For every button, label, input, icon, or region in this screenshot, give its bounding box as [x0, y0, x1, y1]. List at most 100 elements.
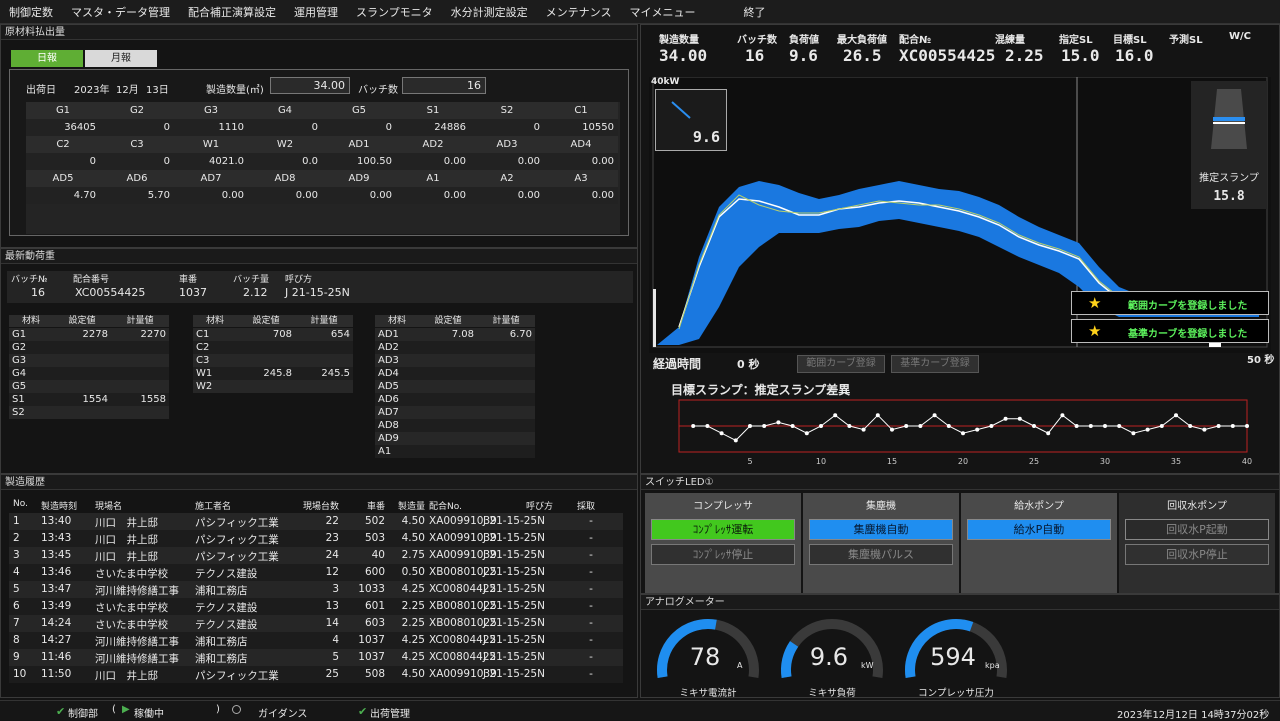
latest-header: バッチ№ 配合番号 車番 バッチ量 呼び方 16 XC00554425 1037 2.12 J 2… — [7, 271, 633, 303]
led-button[interactable]: ｺﾝﾌﾟﾚｯｻ運転 — [651, 519, 795, 540]
meter-label: ミキサ電流計 — [679, 688, 737, 699]
latest-value: 245.5 — [295, 367, 353, 380]
history-cell: 2.25 — [401, 600, 425, 612]
history-cell: 603 — [364, 617, 385, 629]
latest-value — [295, 354, 353, 367]
diff-point — [1046, 431, 1051, 436]
history-cell: テクノス建設 — [195, 602, 258, 614]
batch-label: バッチ数 — [358, 85, 398, 96]
raw-grid-header: C2 — [26, 136, 100, 153]
raw-grid-value: 0.0 — [248, 153, 322, 170]
latest-value: 2278 — [53, 328, 111, 341]
history-cell: 14 — [325, 617, 339, 629]
led-button[interactable]: 給水P自動 — [967, 519, 1111, 540]
diff-point — [733, 438, 738, 443]
history-cell: 23 — [325, 532, 339, 544]
status-bar: ✔ 制御部 ( ▶ 稼働中 ) ガイダンス ✔ 出荷管理 2023年12月12日… — [0, 700, 1280, 721]
led-button[interactable]: 集塵機自動 — [809, 519, 953, 540]
led-button[interactable]: 回収水P起動 — [1125, 519, 1269, 540]
history-cell: 11:50 — [41, 668, 72, 680]
history-cell: 4.50 — [401, 532, 425, 544]
slump-header-label: 混練量 — [995, 35, 1025, 46]
latest-value — [295, 380, 353, 393]
menu-item[interactable]: スランプモニタ — [347, 4, 442, 20]
menu-item[interactable]: マスタ・データ管理 — [62, 4, 179, 20]
history-cell: - — [589, 532, 593, 544]
slump-header-value: 26.5 — [843, 46, 882, 65]
latest-value — [295, 341, 353, 354]
raw-grid-value: 0 — [248, 119, 322, 136]
raw-grid-header: AD7 — [174, 170, 248, 187]
history-cell: - — [589, 549, 593, 561]
star-icon: ★ — [1088, 294, 1102, 312]
play-icon: ▶ — [122, 704, 130, 715]
load-indicator-icon — [671, 101, 691, 119]
raw-grid-header: AD2 — [396, 136, 470, 153]
meter-label: コンプレッサ圧力 — [918, 688, 994, 699]
menu-bar: 制御定数 マスタ・データ管理 配合補正演算設定 運用管理 スランプモニタ 水分計測定設定メ… — [0, 0, 1280, 24]
history-cell: 13:45 — [41, 549, 72, 561]
raw-material-title: 原材料払出量 — [1, 25, 637, 40]
slump-header-value: 34.00 — [659, 46, 708, 65]
raw-grid-value: 0.00 — [248, 187, 322, 204]
history-cell: パシフィック工業 — [195, 670, 279, 682]
menu-item[interactable]: マイメニュー — [620, 4, 704, 20]
raw-grid-value: 0 — [100, 153, 174, 170]
history-cell: 13:43 — [41, 532, 72, 544]
raw-grid-value: 0 — [470, 119, 544, 136]
history-header: 車番 — [366, 502, 385, 512]
diff-chart: 5 10 15 20 25 30 35 40 — [678, 399, 1252, 466]
diff-point — [691, 424, 696, 428]
history-cell: - — [589, 617, 593, 629]
menu-item[interactable]: メンテナンス — [537, 4, 621, 20]
raw-grid-header: AD9 — [322, 170, 396, 187]
led-column: 回収水ポンプ 回収水P起動 回収水P停止 — [1119, 493, 1275, 593]
status-paren-open: ( — [112, 704, 116, 715]
raw-grid-value: 0.00 — [470, 153, 544, 170]
history-cell: 2.25 — [401, 617, 425, 629]
led-button[interactable]: 集塵機パルス — [809, 544, 953, 565]
latest-value — [111, 367, 169, 380]
history-cell: 3 — [13, 549, 20, 561]
diff-point — [1230, 424, 1235, 428]
elapsed-value: 0 秒 — [737, 358, 760, 371]
date-label: 出荷日 — [26, 85, 56, 96]
latest-value: 708 — [237, 328, 295, 341]
tab-daily[interactable]: 日報 — [11, 50, 83, 67]
latest-value — [237, 354, 295, 367]
history-cell: 4 — [332, 634, 339, 646]
latest-value: 1558 — [111, 393, 169, 406]
history-cell: 13:40 — [41, 515, 72, 527]
history-cell: 13:47 — [41, 583, 72, 595]
register-base-button[interactable]: 基準カーブ登録 — [891, 355, 979, 373]
raw-grid-value: 0.00 — [396, 187, 470, 204]
menu-item[interactable]: 運用管理 — [285, 4, 347, 20]
led-button[interactable]: ｺﾝﾌﾟﾚｯｻ停止 — [651, 544, 795, 565]
history-cell: 22 — [325, 515, 339, 527]
raw-grid-value: 36405 — [26, 119, 100, 136]
batch-field[interactable]: 16 — [402, 77, 486, 94]
register-range-button[interactable]: 範囲カーブ登録 — [797, 355, 885, 373]
tab-monthly[interactable]: 月報 — [85, 50, 157, 67]
history-cell: 1037 — [358, 651, 385, 663]
menu-item[interactable]: 終了 — [734, 4, 774, 20]
raw-grid-header: S2 — [470, 102, 544, 119]
range-registered-msg-box: ★ 範囲カーブを登録しました — [1071, 291, 1269, 315]
diff-tick-label: 40 — [1242, 457, 1252, 466]
latest-value — [237, 380, 295, 393]
history-cell: さいたま中学校 — [95, 619, 169, 631]
status-guidance: ガイダンス — [258, 709, 308, 720]
menu-item[interactable]: 制御定数 — [0, 4, 62, 20]
raw-grid-header: A3 — [544, 170, 618, 187]
latest-value — [477, 380, 535, 393]
raw-grid-value: 0 — [322, 119, 396, 136]
menu-item[interactable]: 水分計測定設定 — [442, 4, 537, 20]
slump-monitor-panel: 製造数量 34.00 バッチ数 16 負荷値 9.6 最大負荷値 26.5 配合№ XC00554… — [640, 24, 1280, 474]
menu-item[interactable]: 配合補正演算設定 — [179, 4, 285, 20]
latest-header-label: バッチ№ — [11, 275, 48, 285]
diff-point — [932, 413, 937, 418]
guidance-radio-icon[interactable] — [232, 705, 241, 714]
diff-tick-label: 5 — [747, 457, 752, 466]
led-button[interactable]: 回収水P停止 — [1125, 544, 1269, 565]
qty-field[interactable]: 34.00 — [270, 77, 350, 94]
